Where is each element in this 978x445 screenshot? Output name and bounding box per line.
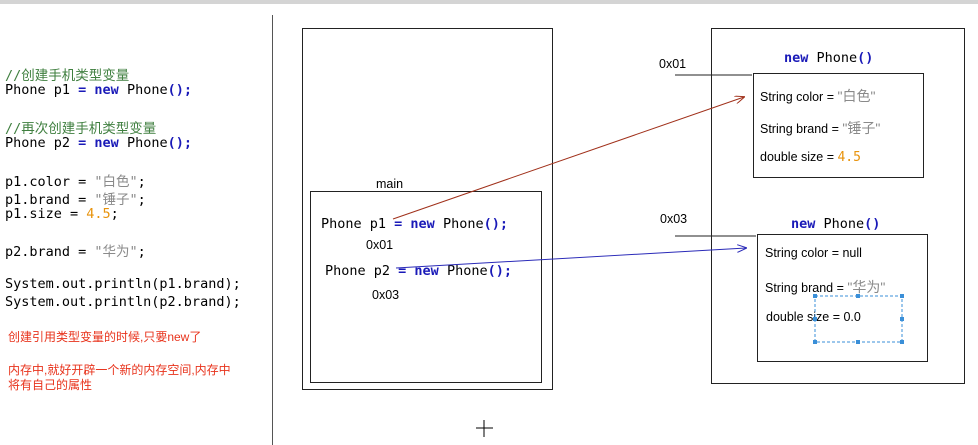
crosshair-cursor-icon xyxy=(476,420,493,437)
reference-arrow-p1 xyxy=(392,97,744,220)
selection-box[interactable] xyxy=(813,294,904,344)
reference-arrow-p2 xyxy=(395,248,746,269)
diagram-overlay xyxy=(392,74,904,437)
